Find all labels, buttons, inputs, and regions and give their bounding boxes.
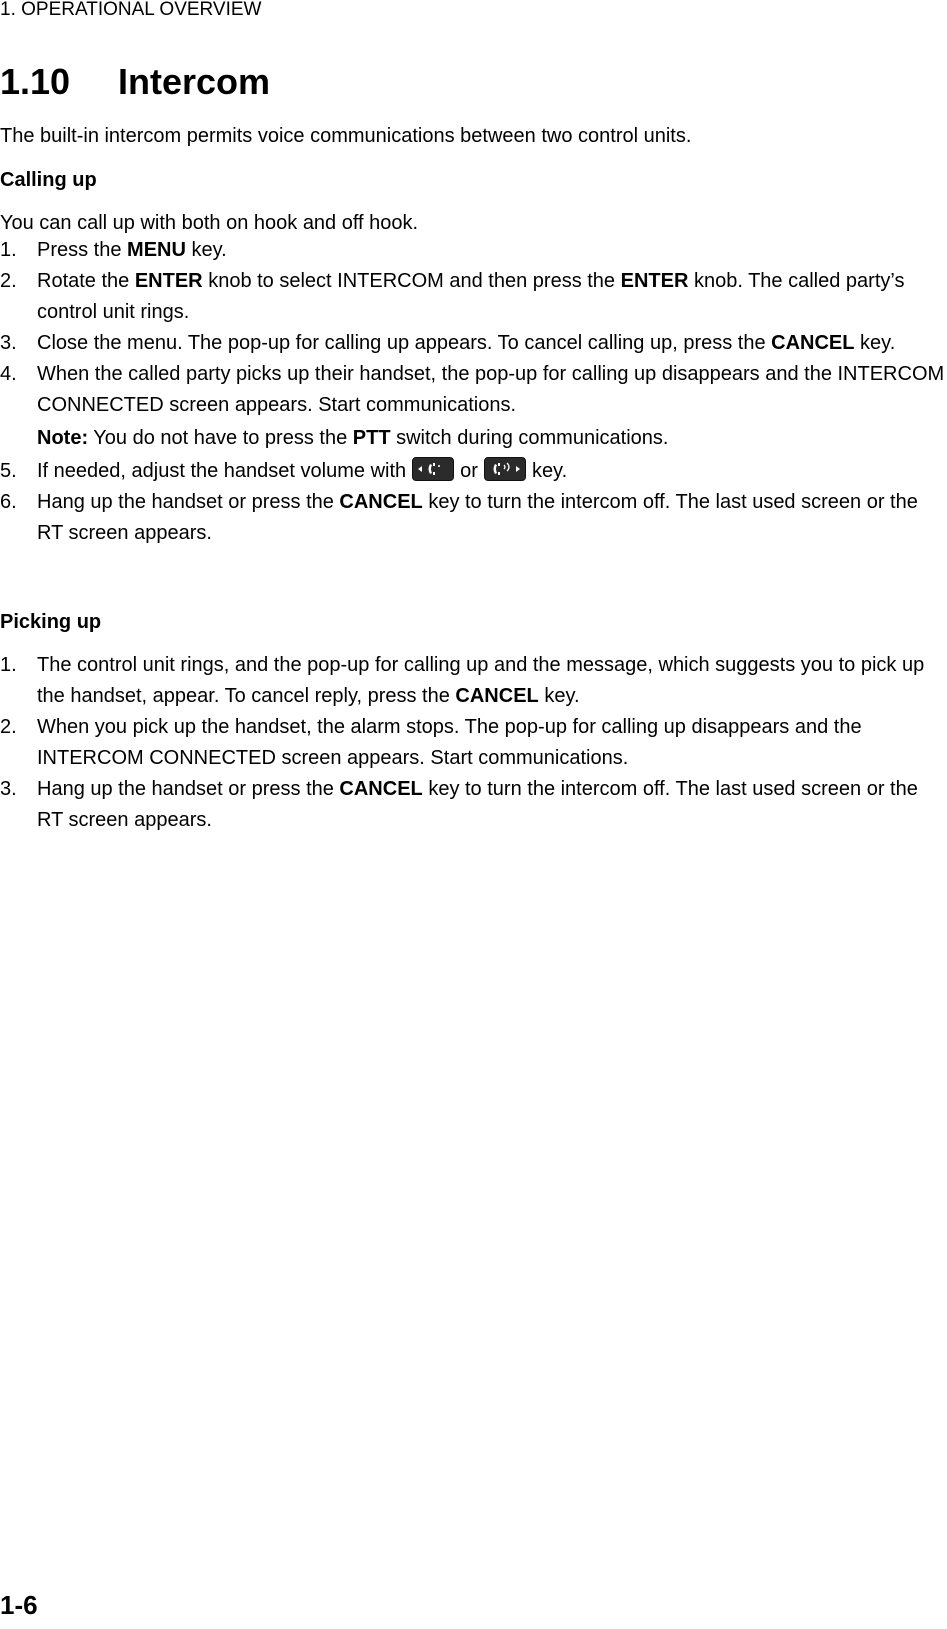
- step-number: 6.: [0, 491, 17, 513]
- list-item: 1. The control unit rings, and the pop-up…: [0, 650, 947, 712]
- step-number: 4.: [0, 363, 17, 385]
- list-item: 5. If needed, adjust the handset volume w…: [0, 456, 947, 487]
- picking-up-steps: 1. The control unit rings, and the pop-up…: [0, 650, 947, 836]
- note: Note: You do not have to press the PTT s…: [0, 423, 947, 454]
- step-number: 2.: [0, 716, 17, 738]
- step-text: key.: [531, 460, 568, 482]
- key-name: ENTER: [134, 270, 203, 292]
- step-text: Hang up the handset or press the: [37, 491, 340, 513]
- step-text: Rotate the: [37, 270, 135, 292]
- step-text: knob to select INTERCOM and then press t…: [202, 270, 621, 292]
- step-text: Close the menu. The pop-up for calling u…: [37, 332, 772, 354]
- step-number: 1.: [0, 239, 17, 261]
- calling-up-steps: 1. Press the MENU key. 2. Rotate the ENTER…: [0, 235, 947, 549]
- step-number: 3.: [0, 778, 17, 800]
- key-name: PTT: [352, 427, 391, 449]
- step-number: 5.: [0, 460, 17, 482]
- step-number: 1.: [0, 654, 17, 676]
- key-name: ENTER: [620, 270, 689, 292]
- step-text: When you pick up the handset, the alarm …: [37, 716, 862, 769]
- list-item: 1. Press the MENU key.: [0, 235, 947, 266]
- key-name: CANCEL: [339, 778, 423, 800]
- note-text: switch during communications.: [390, 427, 669, 449]
- key-name: MENU: [127, 239, 186, 261]
- step-number: 3.: [0, 332, 17, 354]
- list-item: 3. Close the menu. The pop-up for calling…: [0, 328, 947, 359]
- key-name: CANCEL: [455, 685, 539, 707]
- step-text: If needed, adjust the handset volume wit…: [37, 460, 407, 482]
- list-item: 2. Rotate the ENTER knob to select INTERC…: [0, 266, 947, 328]
- volume-down-handset-key-icon: [412, 457, 455, 481]
- section-title: 1.10 Intercom: [0, 60, 270, 104]
- step-text: key.: [185, 239, 227, 261]
- volume-up-handset-key-icon: [483, 457, 526, 481]
- list-item: 4. When the called party picks up their h…: [0, 359, 947, 421]
- step-text: or: [460, 460, 478, 482]
- section-title-text: Intercom: [118, 61, 271, 102]
- list-item: 6. Hang up the handset or press the CANCE…: [0, 487, 947, 549]
- list-item: 3. Hang up the handset or press the CANCE…: [0, 774, 947, 836]
- key-name: CANCEL: [771, 332, 855, 354]
- calling-up-heading: Calling up: [0, 169, 97, 191]
- calling-up-lead: You can call up with both on hook and of…: [0, 212, 419, 234]
- running-head: 1. OPERATIONAL OVERVIEW: [0, 0, 262, 20]
- picking-up-heading: Picking up: [0, 611, 102, 633]
- key-name: CANCEL: [339, 491, 423, 513]
- page-number: 1-6: [0, 1590, 38, 1620]
- note-label: Note:: [37, 427, 89, 449]
- section-number: 1.10: [0, 61, 71, 102]
- step-text: key.: [854, 332, 896, 354]
- list-item: 2. When you pick up the handset, the alar…: [0, 712, 947, 774]
- step-text: When the called party picks up their han…: [37, 363, 945, 416]
- note-text: You do not have to press the: [88, 427, 353, 449]
- step-text: key.: [538, 685, 580, 707]
- step-text: Press the: [37, 239, 128, 261]
- step-text: Hang up the handset or press the: [37, 778, 340, 800]
- intro-paragraph: The built-in intercom permits voice comm…: [0, 125, 692, 147]
- step-number: 2.: [0, 270, 17, 292]
